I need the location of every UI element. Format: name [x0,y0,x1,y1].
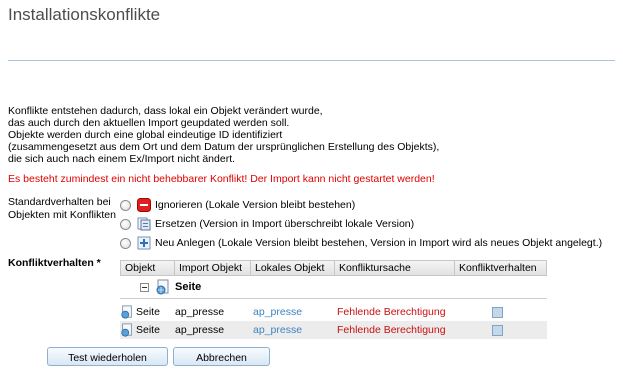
cell-object: Seite [120,323,173,337]
row-type: Seite [136,324,160,336]
behavior-checkbox[interactable] [492,324,503,336]
cell-object: Seite [120,305,173,319]
description-text: Konflikte entstehen dadurch, dass lokal … [8,105,439,165]
description-line: die sich auch nach einem Ex/Import nicht… [8,153,236,165]
page-title: Installationskonflikte [8,5,161,24]
table-row[interactable]: Seite ap_presse ap_presse Fehlende Berec… [120,321,547,339]
cell-local-object[interactable]: ap_presse [251,306,335,318]
cell-conflict-behavior [460,324,547,336]
column-header-object[interactable]: Objekt [121,261,175,275]
description-line: Objekte werden durch eine global eindeut… [8,129,283,141]
page-icon [121,305,132,319]
group-label: Seite [175,281,202,293]
column-header-import-object[interactable]: Import Objekt [175,261,251,275]
title-divider [8,60,615,61]
option-ignore[interactable]: Ignorieren (Lokale Version bleibt besteh… [120,197,355,213]
stop-icon [137,198,151,212]
option-new[interactable]: Neu Anlegen (Lokale Version bleibt beste… [120,235,602,251]
collapse-icon[interactable] [140,282,149,292]
column-header-conflict-behavior[interactable]: Konfliktverhalten [455,261,546,275]
description-line: (zusammengesetzt aus dem Ort und dem Dat… [8,141,440,153]
cell-local-object[interactable]: ap_presse [251,324,335,336]
page-icon [156,279,169,295]
page-icon [121,323,132,337]
group-divider [120,298,547,299]
conflict-table: Objekt Import Objekt Lokales Objekt Konf… [120,260,547,339]
cell-conflict-cause: Fehlende Berechtigung [337,324,446,336]
cell-import-object: ap_presse [175,306,225,318]
error-message: Es besteht zumindest ein nicht behebbare… [8,173,435,185]
row-type: Seite [136,306,160,318]
option-new-label: Neu Anlegen (Lokale Version bleibt beste… [155,237,603,249]
conflict-behavior-label: Konfliktverhalten * [8,257,101,269]
retry-test-button[interactable]: Test wiederholen [47,347,168,366]
replace-icon [137,217,151,231]
add-icon [137,236,151,250]
group-row-seite[interactable]: Seite [120,276,547,298]
column-header-conflict-cause[interactable]: Konfliktursache [335,261,455,275]
cancel-button[interactable]: Abbrechen [173,347,270,366]
cell-conflict-cause: Fehlende Berechtigung [337,306,446,318]
option-replace-label: Ersetzen (Version in Import überschreibt… [155,218,415,230]
description-line: Konflikte entstehen dadurch, dass lokal … [8,105,323,117]
table-header: Objekt Import Objekt Lokales Objekt Konf… [120,260,547,276]
standard-behavior-label: Standardverhalten bei Objekten mit Konfl… [8,196,116,221]
description-line: das auch durch den aktuellen Import geup… [8,117,290,129]
radio-ignore[interactable] [120,199,131,211]
column-header-local-object[interactable]: Lokales Objekt [251,261,335,275]
option-ignore-label: Ignorieren (Lokale Version bleibt besteh… [155,199,356,211]
option-replace[interactable]: Ersetzen (Version in Import überschreibt… [120,216,414,232]
behavior-checkbox[interactable] [492,306,503,318]
cell-conflict-behavior [460,306,547,318]
radio-new[interactable] [120,237,131,249]
cell-import-object: ap_presse [175,324,225,336]
table-row[interactable]: Seite ap_presse ap_presse Fehlende Berec… [120,303,547,321]
radio-replace[interactable] [120,218,131,230]
